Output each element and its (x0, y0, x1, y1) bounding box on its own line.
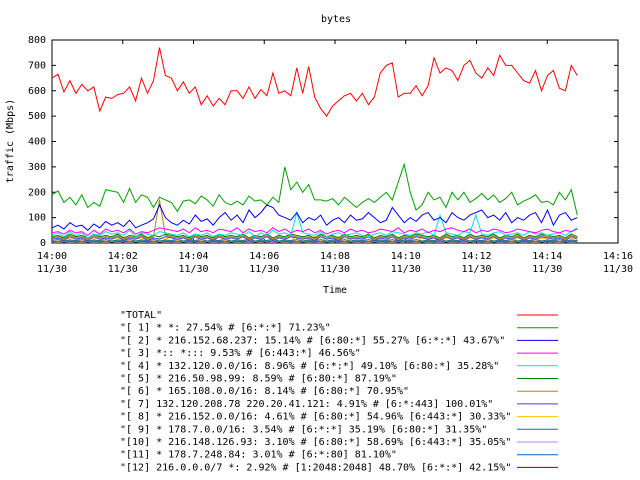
legend-label: "[ 8] * 216.152.0.0/16: 4.61% # [6:80:*]… (120, 412, 511, 423)
x-tick-label-time: 14:14 (532, 251, 562, 262)
y-tick-label: 600 (28, 86, 46, 97)
legend-label: "[ 6] * 165.108.0.0/16: 8.14% # [6:80:*]… (120, 386, 409, 397)
legend-label: "[12] 216.0.0.0/7 *: 2.92% # [1:2048:204… (120, 462, 511, 473)
y-tick-label: 400 (28, 137, 46, 148)
x-tick-label-time: 14:08 (320, 251, 350, 262)
x-tick-label-time: 14:04 (178, 251, 208, 262)
x-tick-label-time: 14:06 (249, 251, 279, 262)
plot-frame (51, 39, 619, 244)
y-tick-label: 300 (28, 162, 46, 173)
y-tick-label: 100 (28, 213, 46, 224)
x-tick-label-date: 11/30 (249, 264, 279, 275)
x-tick-label-time: 14:02 (108, 251, 138, 262)
series-line-1 (51, 162, 578, 216)
x-axis-label: Time (323, 285, 347, 296)
y-tick-label: 700 (28, 60, 46, 71)
x-tick-label-date: 11/30 (108, 264, 138, 275)
y-tick-label: 0 (40, 238, 46, 249)
x-tick-label-date: 11/30 (532, 264, 562, 275)
series-lines (51, 47, 578, 243)
y-tick-label: 800 (28, 35, 46, 46)
y-axis-label: traffic (Mbps) (5, 99, 16, 183)
legend-label: "[ 1] * *: 27.54% # [6:*:*] 71.23%" (120, 323, 331, 334)
x-tick-label-time: 14:12 (461, 251, 491, 262)
series-line-2 (51, 203, 578, 231)
legend-label: "[ 2] * 216.152.68.237: 15.14% # [6:80:*… (120, 335, 505, 346)
x-tick-label-date: 11/30 (178, 264, 208, 275)
chart: bytes traffic (Mbps) Time 0 100 200 300 400 5… (5, 14, 633, 473)
y-ticks: 0 100 200 300 400 500 600 700 800 (28, 35, 618, 249)
x-tick-label-date: 11/30 (391, 264, 421, 275)
series-line-0 (51, 47, 578, 117)
y-tick-label: 200 (28, 187, 46, 198)
legend-label: "[10] * 216.148.126.93: 3.10% # [6:80:*]… (120, 437, 511, 448)
x-tick-label-date: 11/30 (320, 264, 350, 275)
legend: "TOTAL" "[ 1] * *: 27.54% # [6:*:*] 71.23… (120, 310, 558, 473)
legend-label: "[11] * 178.7.248.84: 3.01% # [6:*:80] 8… (120, 450, 397, 461)
x-tick-label-date: 11/30 (461, 264, 491, 275)
legend-label: "[ 9] * 178.7.0.0/16: 3.54% # [6:*:*] 35… (120, 424, 487, 435)
x-tick-label-time: 14:10 (391, 251, 421, 262)
y-tick-label: 500 (28, 111, 46, 122)
x-tick-label-date: 11/30 (603, 264, 633, 275)
chart-title: bytes (321, 14, 351, 25)
x-tick-label-time: 14:00 (37, 251, 67, 262)
series-line-4 (51, 210, 578, 239)
x-tick-label-date: 11/30 (37, 264, 67, 275)
x-tick-label-time: 14:16 (603, 251, 633, 262)
legend-label: "[ 5] * 216.50.98.99: 8.59% # [6:80:*] 8… (120, 374, 397, 385)
legend-label: "[ 7] 132.120.208.78 220.20.41.121: 4.91… (120, 399, 493, 410)
legend-label: "[ 4] * 132.120.0.0/16: 8.96% # [6:*:*] … (120, 361, 499, 372)
legend-label: "[ 3] *:: *::: 9.53% # [6:443:*] 46.56%" (120, 348, 361, 359)
legend-label: "TOTAL" (120, 310, 162, 321)
